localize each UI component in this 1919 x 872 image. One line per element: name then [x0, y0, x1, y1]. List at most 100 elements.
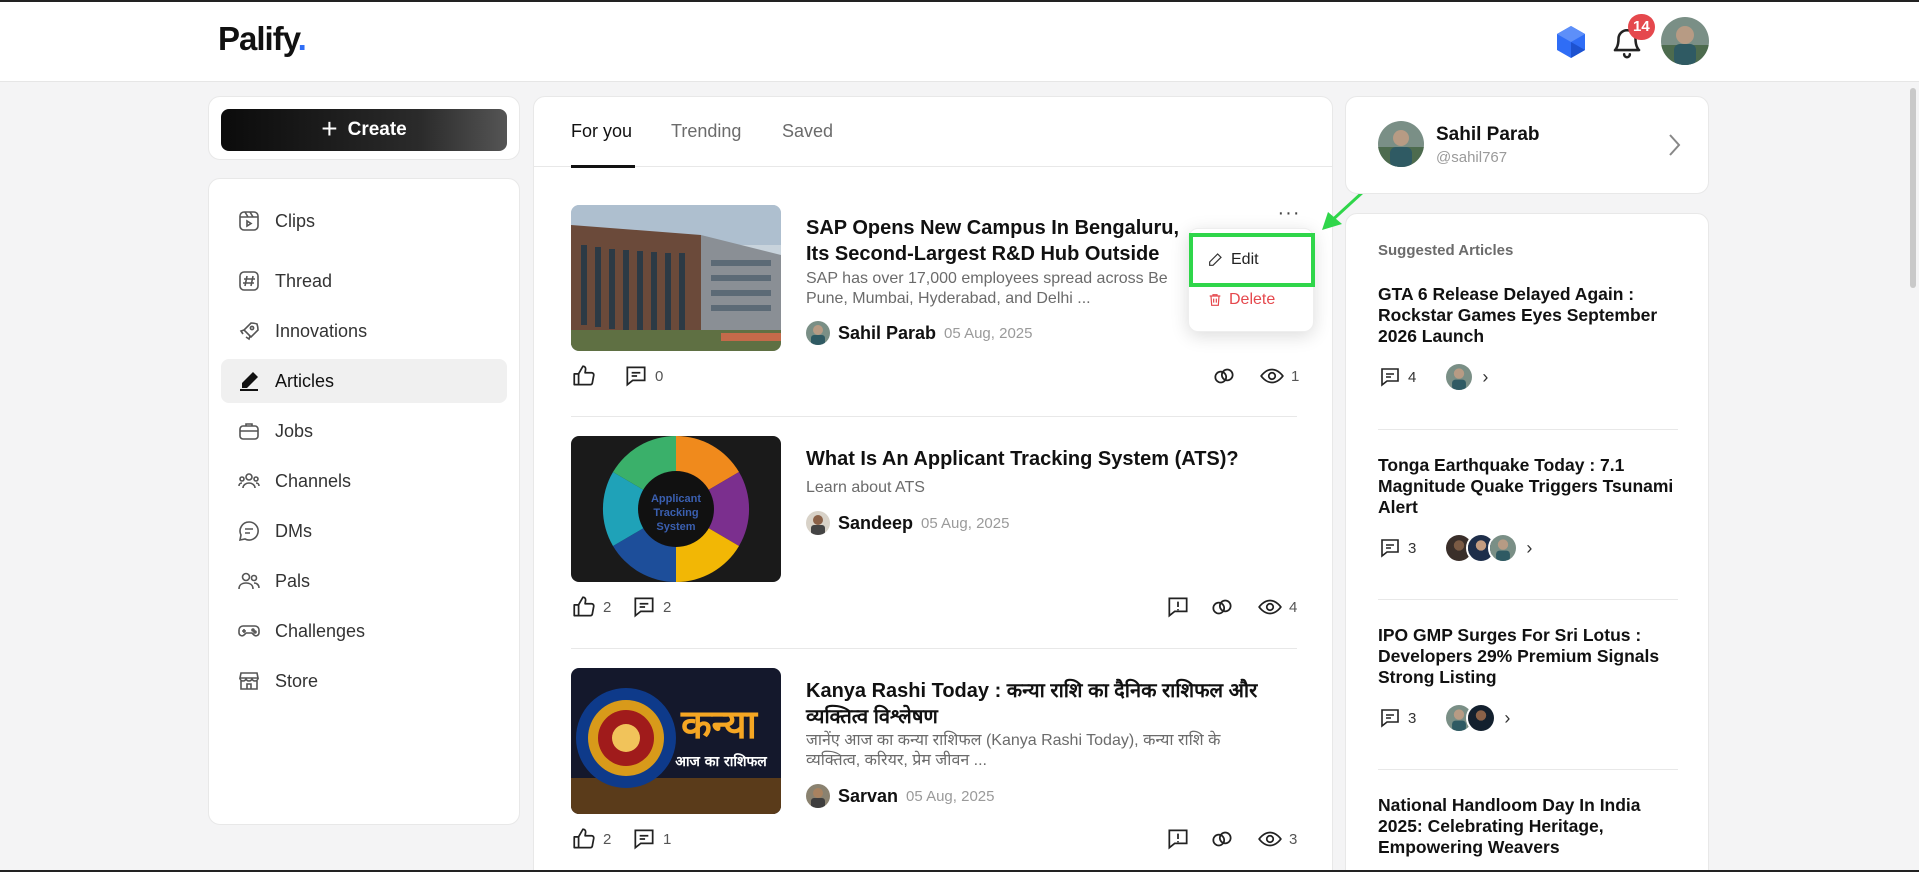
- suggested-article[interactable]: National Handloom Day In India 2025: Cel…: [1378, 795, 1678, 858]
- comment-icon: [1381, 709, 1399, 728]
- sidebar-item-jobs[interactable]: Jobs: [221, 409, 507, 453]
- avatar: [1444, 362, 1475, 392]
- plus-icon: +: [321, 112, 338, 144]
- comment-icon: [634, 829, 654, 850]
- suggested-article[interactable]: Tonga Earthquake Today : 7.1 Magnitude Q…: [1378, 455, 1678, 563]
- suggested-article[interactable]: IPO GMP Surges For Sri Lotus : Developer…: [1378, 625, 1678, 733]
- thumbs-up-icon: [573, 596, 595, 617]
- sidebar-item-articles[interactable]: Articles: [221, 359, 507, 403]
- user-avatar[interactable]: [1661, 17, 1709, 65]
- suggested-divider: [1378, 429, 1678, 430]
- link-icon: [1214, 368, 1234, 384]
- comment-count: 4: [1378, 365, 1416, 389]
- gem-icon[interactable]: [1553, 24, 1589, 60]
- view-count: 3: [1289, 830, 1298, 848]
- create-label: Create: [347, 119, 407, 140]
- like-count: 2: [603, 598, 612, 616]
- profile-card[interactable]: Sahil Parab @sahil767: [1345, 96, 1709, 194]
- pals-icon: [238, 572, 260, 590]
- eye-icon: [1260, 368, 1284, 384]
- page-scrollbar[interactable]: [1910, 88, 1916, 288]
- post-excerpt: जानेंए आज का कन्या राशिफल (Kanya Rashi T…: [806, 732, 1221, 769]
- tab-saved[interactable]: Saved: [782, 121, 833, 142]
- sidebar-item-label: Thread: [275, 270, 333, 291]
- report-icon: [1168, 597, 1188, 618]
- palify-logo[interactable]: Palify.: [218, 20, 307, 58]
- suggested-title[interactable]: National Handloom Day In India 2025: Cel…: [1378, 795, 1678, 858]
- post-thumbnail[interactable]: [571, 205, 781, 351]
- suggested-divider: [1378, 769, 1678, 770]
- sidebar-item-thread[interactable]: Thread: [221, 259, 507, 303]
- like-button[interactable]: [571, 363, 597, 389]
- chevron-right-icon[interactable]: ›: [1482, 367, 1488, 388]
- suggested-article[interactable]: GTA 6 Release Delayed Again : Rockstar G…: [1378, 284, 1678, 392]
- eye-icon: [1258, 599, 1282, 615]
- thumb-subtitle-text: आज का राशिफल: [675, 753, 767, 770]
- sidebar-item-label: Store: [275, 670, 319, 691]
- comment-count: 0: [655, 367, 664, 385]
- profile-avatar[interactable]: [1378, 121, 1424, 167]
- suggested-title[interactable]: Tonga Earthquake Today : 7.1 Magnitude Q…: [1378, 455, 1678, 518]
- comment-count-value: 3: [1408, 539, 1417, 557]
- author-name[interactable]: Sarvan: [838, 786, 898, 807]
- comment-button[interactable]: 0: [623, 363, 663, 389]
- comment-icon: [626, 366, 646, 387]
- like-button[interactable]: 2: [571, 594, 611, 620]
- report-button[interactable]: [1165, 826, 1191, 852]
- tab-for-you[interactable]: For you: [571, 121, 632, 142]
- chevron-right-icon[interactable]: ›: [1504, 708, 1510, 729]
- comment-button[interactable]: 2: [631, 594, 671, 620]
- report-button[interactable]: [1165, 594, 1191, 620]
- svg-text:System: System: [656, 521, 695, 533]
- chevron-right-icon[interactable]: [1664, 131, 1684, 159]
- post-title[interactable]: Kanya Rashi Today : कन्या राशि का दैनिक …: [806, 678, 1276, 730]
- tab-trending[interactable]: Trending: [671, 121, 741, 142]
- sidebar-item-channels[interactable]: Channels: [221, 459, 507, 503]
- pen-icon: [240, 372, 258, 391]
- chevron-right-icon[interactable]: ›: [1526, 538, 1532, 559]
- post-meta: Sahil Parab 05 Aug, 2025: [806, 321, 1032, 345]
- sidebar-item-dms[interactable]: DMs: [221, 509, 507, 553]
- sidebar-item-label: Pals: [275, 570, 311, 591]
- author-avatar[interactable]: [806, 321, 830, 345]
- sidebar-item-clips[interactable]: Clips: [221, 199, 507, 243]
- svg-text:Tracking: Tracking: [653, 507, 698, 519]
- share-button[interactable]: [1211, 363, 1237, 389]
- sidebar-item-pals[interactable]: Pals: [221, 559, 507, 603]
- author-name[interactable]: Sahil Parab: [838, 323, 936, 344]
- author-avatar[interactable]: [806, 784, 830, 808]
- suggested-stats: 4 ›: [1378, 362, 1488, 392]
- suggested-title[interactable]: GTA 6 Release Delayed Again : Rockstar G…: [1378, 284, 1678, 347]
- post-excerpt: SAP has over 17,000 employees spread acr…: [806, 270, 1168, 307]
- article-post: Applicant Tracking System What Is An App…: [571, 436, 1297, 636]
- post-date: 05 Aug, 2025: [921, 514, 1010, 532]
- delete-menu-item[interactable]: Delete: [1207, 291, 1275, 309]
- avatar-stack: [1444, 703, 1497, 733]
- post-thumbnail[interactable]: कन्या आज का राशिफल: [571, 668, 781, 814]
- clips-icon: [239, 211, 259, 231]
- sidebar-nav: Clips Thread Innovations Articles Jobs C…: [208, 178, 520, 825]
- post-title[interactable]: What Is An Applicant Tracking System (AT…: [806, 446, 1276, 472]
- share-button[interactable]: [1209, 594, 1235, 620]
- create-button[interactable]: + Create: [221, 109, 507, 151]
- like-button[interactable]: 2: [571, 826, 611, 852]
- more-options-button[interactable]: ···: [1274, 203, 1304, 227]
- author-avatar[interactable]: [806, 511, 830, 535]
- sidebar-item-challenges[interactable]: Challenges: [221, 609, 507, 653]
- sidebar-item-innovations[interactable]: Innovations: [221, 309, 507, 353]
- suggested-title[interactable]: IPO GMP Surges For Sri Lotus : Developer…: [1378, 625, 1678, 688]
- edit-menu-item[interactable]: Edit: [1189, 233, 1315, 287]
- post-date: 05 Aug, 2025: [944, 324, 1033, 342]
- report-icon: [1168, 829, 1188, 850]
- create-card: + Create: [208, 96, 520, 160]
- share-button[interactable]: [1209, 826, 1235, 852]
- comment-button[interactable]: 1: [631, 826, 671, 852]
- link-icon: [1212, 599, 1232, 615]
- edit-label: Edit: [1231, 251, 1259, 268]
- suggested-stats: 3 ›: [1378, 703, 1510, 733]
- thumb-title-text: कन्या: [680, 702, 759, 748]
- post-title[interactable]: SAP Opens New Campus In Bengaluru, Its S…: [806, 215, 1206, 267]
- sidebar-item-store[interactable]: Store: [221, 659, 507, 703]
- post-thumbnail[interactable]: Applicant Tracking System: [571, 436, 781, 582]
- author-name[interactable]: Sandeep: [838, 513, 913, 534]
